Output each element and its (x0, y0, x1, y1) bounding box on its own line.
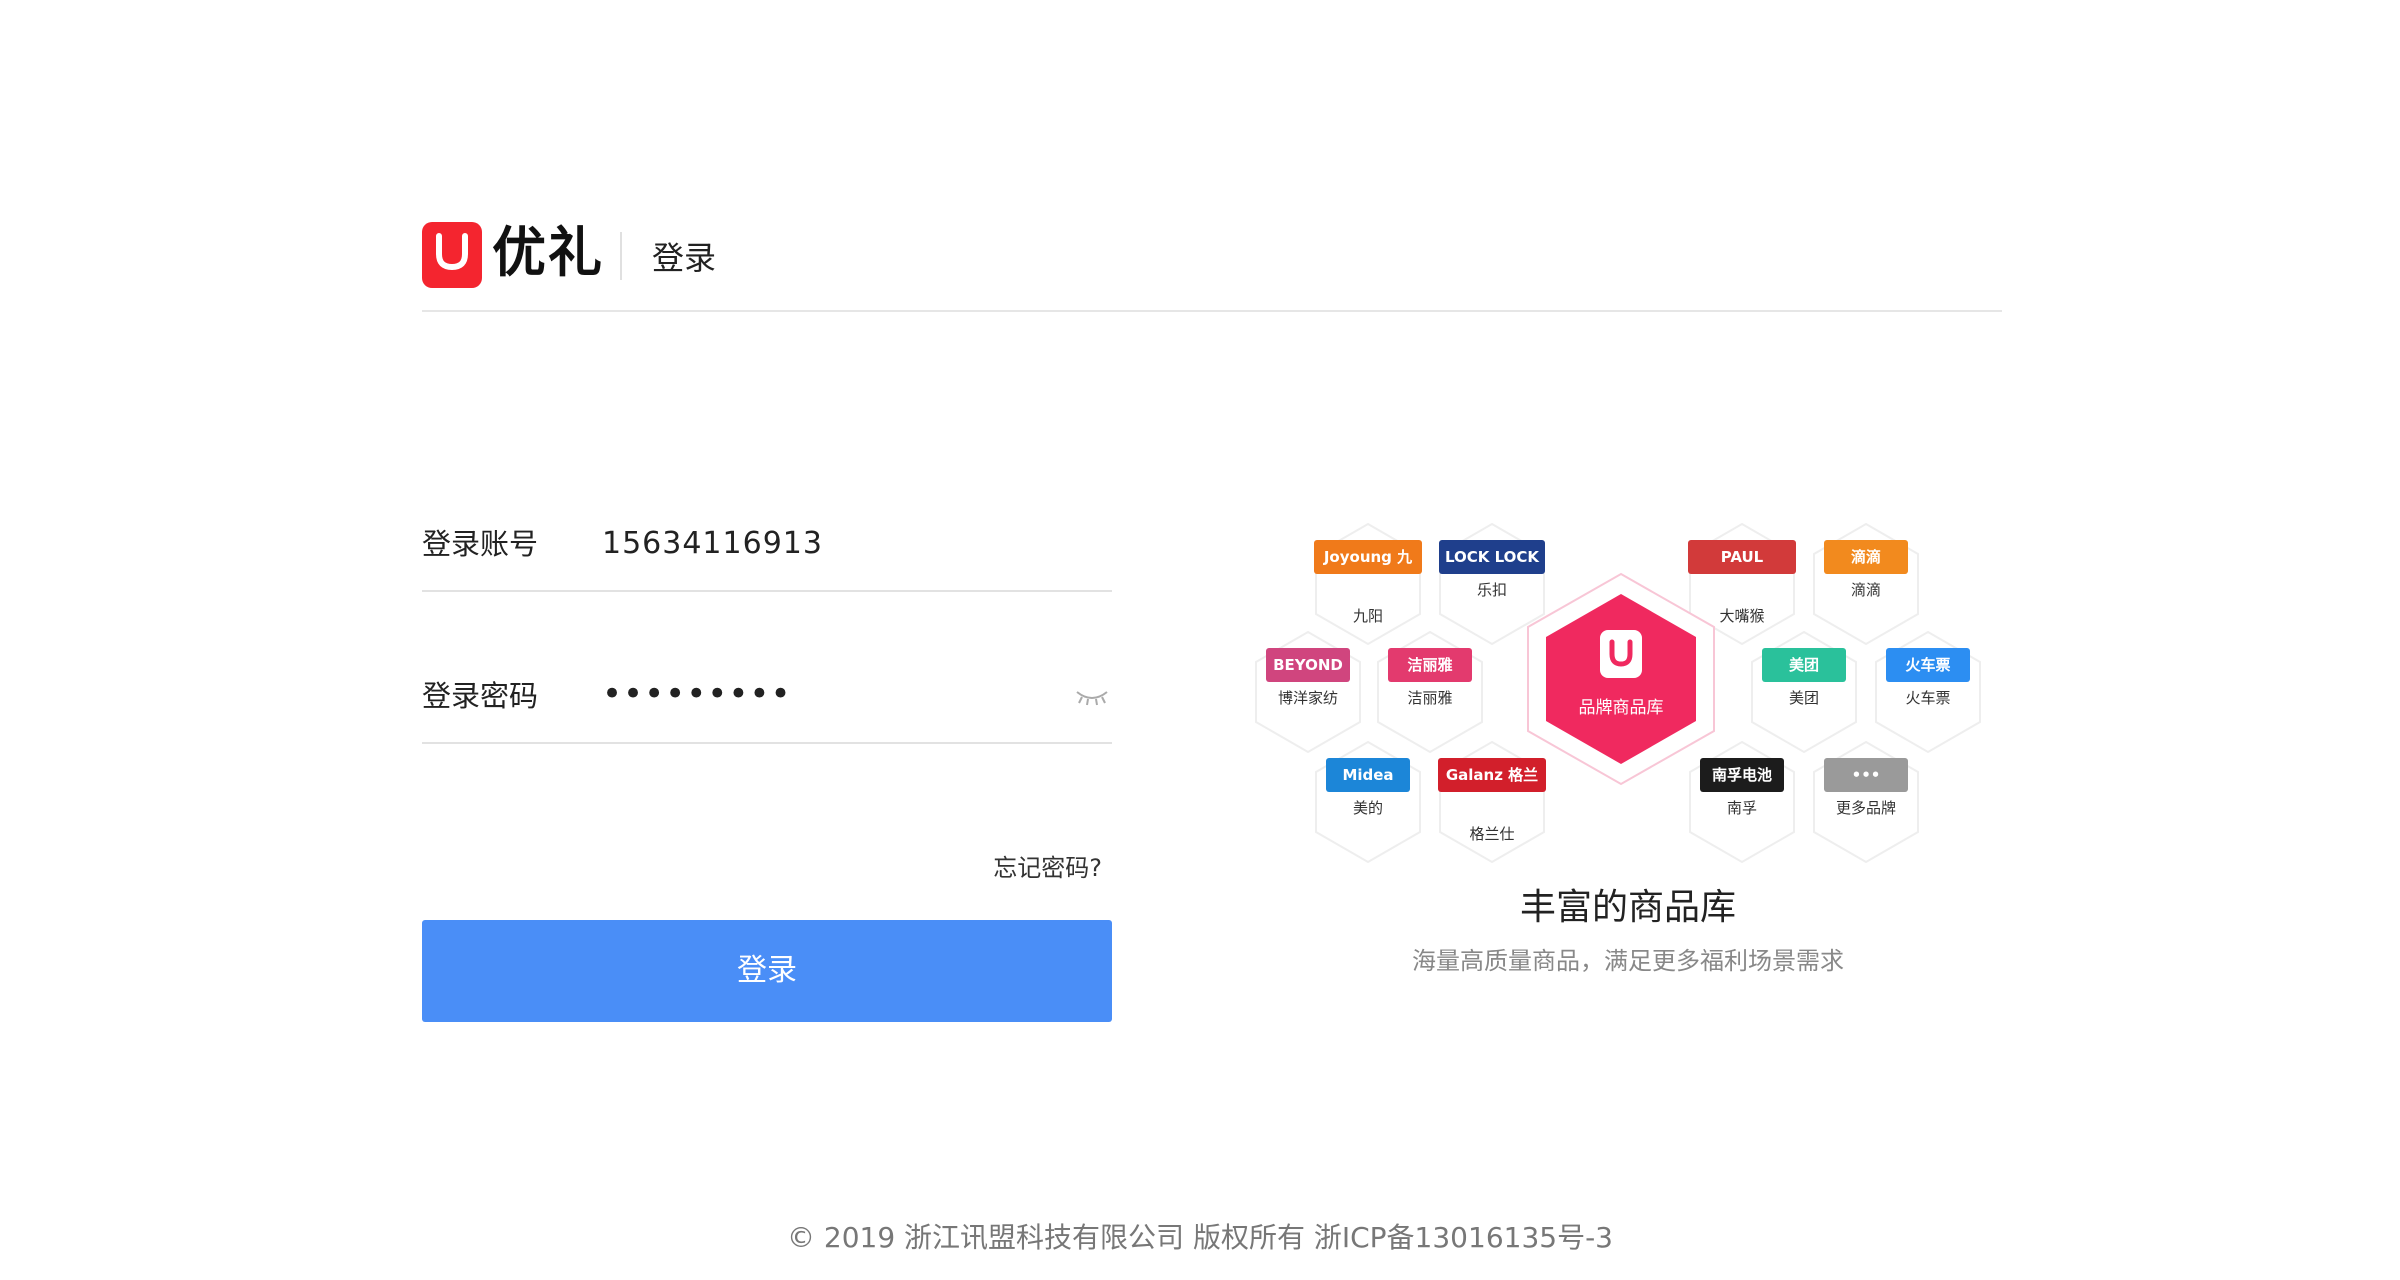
brand-library-hex (1527, 572, 1715, 786)
brand-label: 火车票 (1905, 689, 1951, 707)
brand-tile: 滴滴 滴滴 (1812, 522, 1920, 646)
brand-logo-icon: 滴滴 (1824, 540, 1908, 574)
brand-tile: 美团 美团 (1750, 630, 1858, 754)
brand-label: 美团 (1788, 689, 1819, 707)
brand-logo-icon: ••• (1824, 758, 1908, 792)
promo-title: 丰富的商品库 (1519, 887, 1736, 928)
brand-tile: 火车票 火车票 (1874, 630, 1982, 754)
brand-label: 美的 (1352, 799, 1383, 817)
brand-label: 更多品牌 (1835, 799, 1896, 817)
brand-logo-icon: Joyoung 九阳 (1314, 540, 1422, 600)
brand-logo-icon: LOCK LOCK (1438, 540, 1546, 574)
account-input[interactable]: 15634116913 (602, 520, 823, 568)
brand-label: 格兰仕 (1469, 825, 1515, 843)
brand-tile: 洁丽雅 洁丽雅 (1376, 630, 1484, 754)
password-input[interactable]: ••••••••• (602, 670, 792, 718)
account-label: 登录账号 (422, 527, 539, 561)
promo-subtitle: 海量高质量商品，满足更多福利场景需求 (1412, 947, 1844, 975)
login-button[interactable]: 登录 (422, 920, 1112, 1022)
brand-label: 博洋家纺 (1277, 689, 1338, 707)
brand-name: 优礼 (492, 221, 604, 284)
account-field[interactable]: 登录账号 15634116913 (422, 480, 1112, 592)
brand-label: 九阳 (1352, 607, 1383, 625)
brand-logo-icon: BEYOND (1266, 648, 1350, 682)
brand-tile: Midea 美的 (1314, 740, 1422, 864)
brand-library-promo: Joyoung 九阳 九阳 LOCK LOCK 乐扣 PAUL FRANK 大嘴猴 滴滴 滴滴… (1248, 510, 2008, 1010)
brand-logo-icon: 洁丽雅 (1388, 648, 1472, 682)
brand-label: 洁丽雅 (1407, 689, 1453, 707)
brand-label: 滴滴 (1850, 581, 1881, 599)
brand-tile: ••• 更多品牌 (1812, 740, 1920, 864)
center-hex-label: 品牌商品库 (1578, 698, 1664, 718)
eye-closed-icon[interactable] (1074, 684, 1110, 708)
brand-logo-icon: 火车票 (1886, 648, 1970, 682)
brand-logo-icon (422, 222, 482, 288)
brand-logo-icon: PAUL FRANK (1688, 540, 1796, 600)
password-label: 登录密码 (422, 679, 539, 713)
brand-tile: Joyoung 九阳九阳 (1314, 522, 1422, 646)
forgot-password-link[interactable]: 忘记密码? (993, 850, 1102, 886)
header-divider (620, 232, 622, 280)
page-title: 登录 (652, 239, 717, 277)
brand-tile: BEYOND 博洋家纺 (1254, 630, 1362, 754)
password-field[interactable]: 登录密码 ••••••••• (422, 632, 1112, 744)
page-header: 优礼 登录 (422, 218, 2002, 312)
brand-logo-icon: 美团 (1762, 648, 1846, 682)
brand-logo-icon: Midea (1326, 758, 1410, 792)
copyright-footer: © 2019 浙江讯盟科技有限公司 版权所有 浙ICP备13016135号-3 (787, 1221, 1613, 1254)
brand-label: 南孚 (1726, 799, 1757, 817)
